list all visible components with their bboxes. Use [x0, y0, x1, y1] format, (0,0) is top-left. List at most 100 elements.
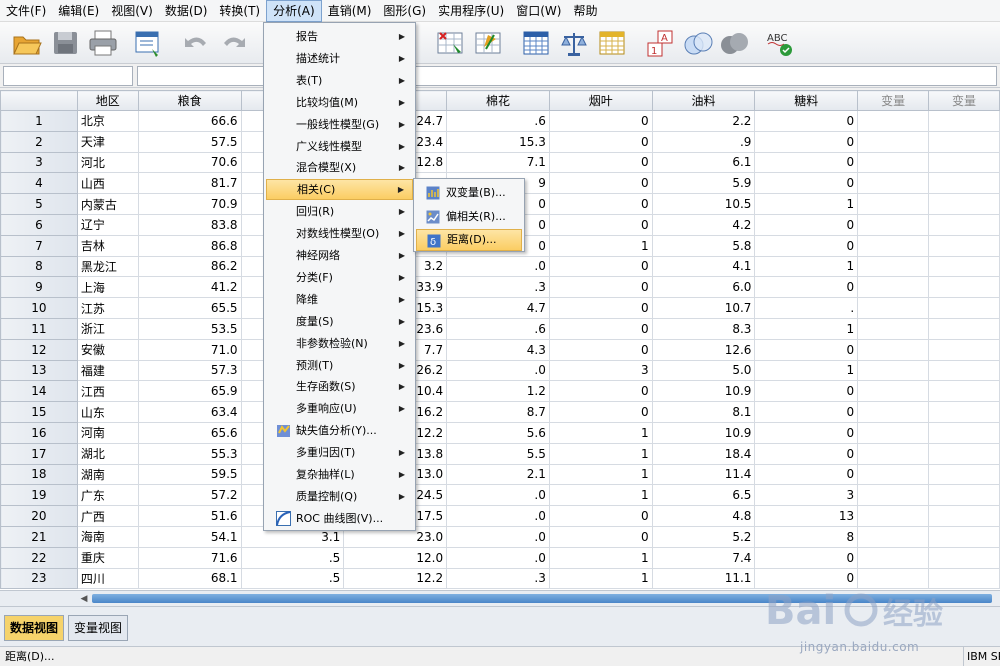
- redo-icon[interactable]: [220, 29, 248, 57]
- table-cell[interactable]: 江苏: [76, 297, 139, 319]
- empty-cell[interactable]: [857, 234, 930, 257]
- empty-cell[interactable]: [857, 505, 930, 527]
- menu-item[interactable]: 神经网络 ▶: [266, 245, 413, 266]
- table-cell[interactable]: 4.3: [446, 338, 550, 361]
- table-cell[interactable]: 10.9: [651, 421, 756, 444]
- table-cell[interactable]: 0: [548, 151, 653, 174]
- table-cell[interactable]: 0: [548, 255, 653, 278]
- table-cell[interactable]: 1: [548, 463, 653, 486]
- empty-cell[interactable]: [857, 359, 930, 382]
- menu-item[interactable]: 对数线性模型(O) ▶: [266, 223, 413, 244]
- table-cell[interactable]: 4.8: [651, 505, 756, 527]
- table-cell[interactable]: 65.9: [137, 380, 242, 403]
- table-cell[interactable]: .0: [446, 525, 550, 548]
- find-icon[interactable]: [436, 29, 464, 57]
- menu-analyze[interactable]: 分析(A): [266, 0, 322, 22]
- table-cell[interactable]: 0: [754, 234, 859, 257]
- table-cell[interactable]: 黑龙江: [76, 255, 139, 278]
- empty-cell[interactable]: [928, 151, 1000, 174]
- table-cell[interactable]: 浙江: [76, 317, 139, 340]
- table-cell[interactable]: 10.5: [651, 193, 756, 215]
- tab-data-view[interactable]: 数据视图: [4, 615, 65, 641]
- empty-cell[interactable]: [928, 359, 1000, 382]
- table-cell[interactable]: 4.1: [651, 255, 756, 278]
- table-cell[interactable]: .0: [446, 255, 550, 278]
- table-cell[interactable]: 1: [548, 546, 653, 569]
- table-cell[interactable]: 0: [548, 317, 653, 340]
- empty-cell[interactable]: [857, 276, 930, 299]
- menu-item[interactable]: 比较均值(M) ▶: [266, 92, 413, 113]
- table-cell[interactable]: 65.5: [137, 297, 242, 319]
- row-header[interactable]: 1: [0, 110, 78, 132]
- column-header[interactable]: 变量: [857, 90, 930, 111]
- empty-cell[interactable]: [857, 546, 930, 569]
- table-cell[interactable]: 8: [754, 525, 859, 548]
- empty-cell[interactable]: [857, 463, 930, 486]
- table-cell[interactable]: 11.1: [651, 567, 756, 590]
- table-cell[interactable]: 1: [548, 567, 653, 590]
- table-cell[interactable]: 0: [548, 297, 653, 319]
- tab-variable-view[interactable]: 变量视图: [68, 615, 129, 641]
- table-cell[interactable]: 66.6: [137, 110, 242, 132]
- select-cases-icon[interactable]: [598, 29, 626, 57]
- corner-cell[interactable]: [0, 90, 78, 111]
- menu-item[interactable]: 报告 ▶: [266, 26, 413, 47]
- row-header[interactable]: 21: [0, 525, 78, 548]
- table-cell[interactable]: .6: [446, 110, 550, 132]
- row-header[interactable]: 22: [0, 546, 78, 569]
- menu-item[interactable]: 多重归因(T) ▶: [266, 442, 413, 463]
- menu-item[interactable]: 非参数检验(N) ▶: [266, 333, 413, 354]
- table-cell[interactable]: 0: [548, 130, 653, 153]
- table-cell[interactable]: 2.2: [651, 110, 756, 132]
- table-cell[interactable]: 0: [754, 401, 859, 423]
- table-cell[interactable]: 5.0: [651, 359, 756, 382]
- menu-graphs[interactable]: 图形(G): [377, 0, 432, 22]
- table-cell[interactable]: 1: [548, 442, 653, 465]
- table-cell[interactable]: 12.0: [343, 546, 448, 569]
- spell-check-icon[interactable]: ABC: [766, 29, 794, 57]
- table-cell[interactable]: .: [754, 297, 859, 319]
- table-cell[interactable]: 0: [548, 525, 653, 548]
- use-variable-sets-icon[interactable]: [684, 29, 713, 57]
- menu-item[interactable]: 缺失值分析(Y)...: [266, 420, 413, 441]
- table-cell[interactable]: 86.8: [137, 234, 242, 257]
- table-cell[interactable]: 吉林: [76, 234, 139, 257]
- empty-cell[interactable]: [857, 172, 930, 195]
- table-cell[interactable]: 65.6: [137, 421, 242, 444]
- table-cell[interactable]: 0: [548, 338, 653, 361]
- table-cell[interactable]: 四川: [76, 567, 139, 590]
- table-cell[interactable]: 57.3: [137, 359, 242, 382]
- table-cell[interactable]: 0: [548, 401, 653, 423]
- menu-item[interactable]: 回归(R) ▶: [266, 201, 413, 222]
- row-header[interactable]: 9: [0, 276, 78, 299]
- table-cell[interactable]: 5.9: [651, 172, 756, 195]
- table-cell[interactable]: 57.2: [137, 484, 242, 507]
- table-cell[interactable]: 3: [548, 359, 653, 382]
- table-cell[interactable]: 0: [754, 276, 859, 299]
- empty-cell[interactable]: [857, 110, 930, 132]
- table-cell[interactable]: 13: [754, 505, 859, 527]
- empty-cell[interactable]: [928, 442, 1000, 465]
- table-cell[interactable]: 6.0: [651, 276, 756, 299]
- empty-cell[interactable]: [928, 130, 1000, 153]
- table-cell[interactable]: 湖北: [76, 442, 139, 465]
- table-cell[interactable]: 12.6: [651, 338, 756, 361]
- table-cell[interactable]: 8.7: [446, 401, 550, 423]
- table-cell[interactable]: 11.4: [651, 463, 756, 486]
- table-cell[interactable]: 北京: [76, 110, 139, 132]
- empty-cell[interactable]: [857, 213, 930, 236]
- menu-window[interactable]: 窗口(W): [510, 0, 567, 22]
- table-cell[interactable]: .5: [240, 546, 345, 569]
- table-cell[interactable]: 1: [754, 193, 859, 215]
- table-cell[interactable]: 0: [754, 338, 859, 361]
- table-cell[interactable]: 江西: [76, 380, 139, 403]
- print-icon[interactable]: [88, 29, 117, 57]
- table-cell[interactable]: 0: [754, 110, 859, 132]
- table-cell[interactable]: 0: [754, 442, 859, 465]
- table-cell[interactable]: 51.6: [137, 505, 242, 527]
- split-file-icon[interactable]: [522, 29, 550, 57]
- empty-cell[interactable]: [928, 317, 1000, 340]
- empty-cell[interactable]: [928, 255, 1000, 278]
- table-cell[interactable]: 1.2: [446, 380, 550, 403]
- menu-item[interactable]: 广义线性模型 ▶: [266, 136, 413, 157]
